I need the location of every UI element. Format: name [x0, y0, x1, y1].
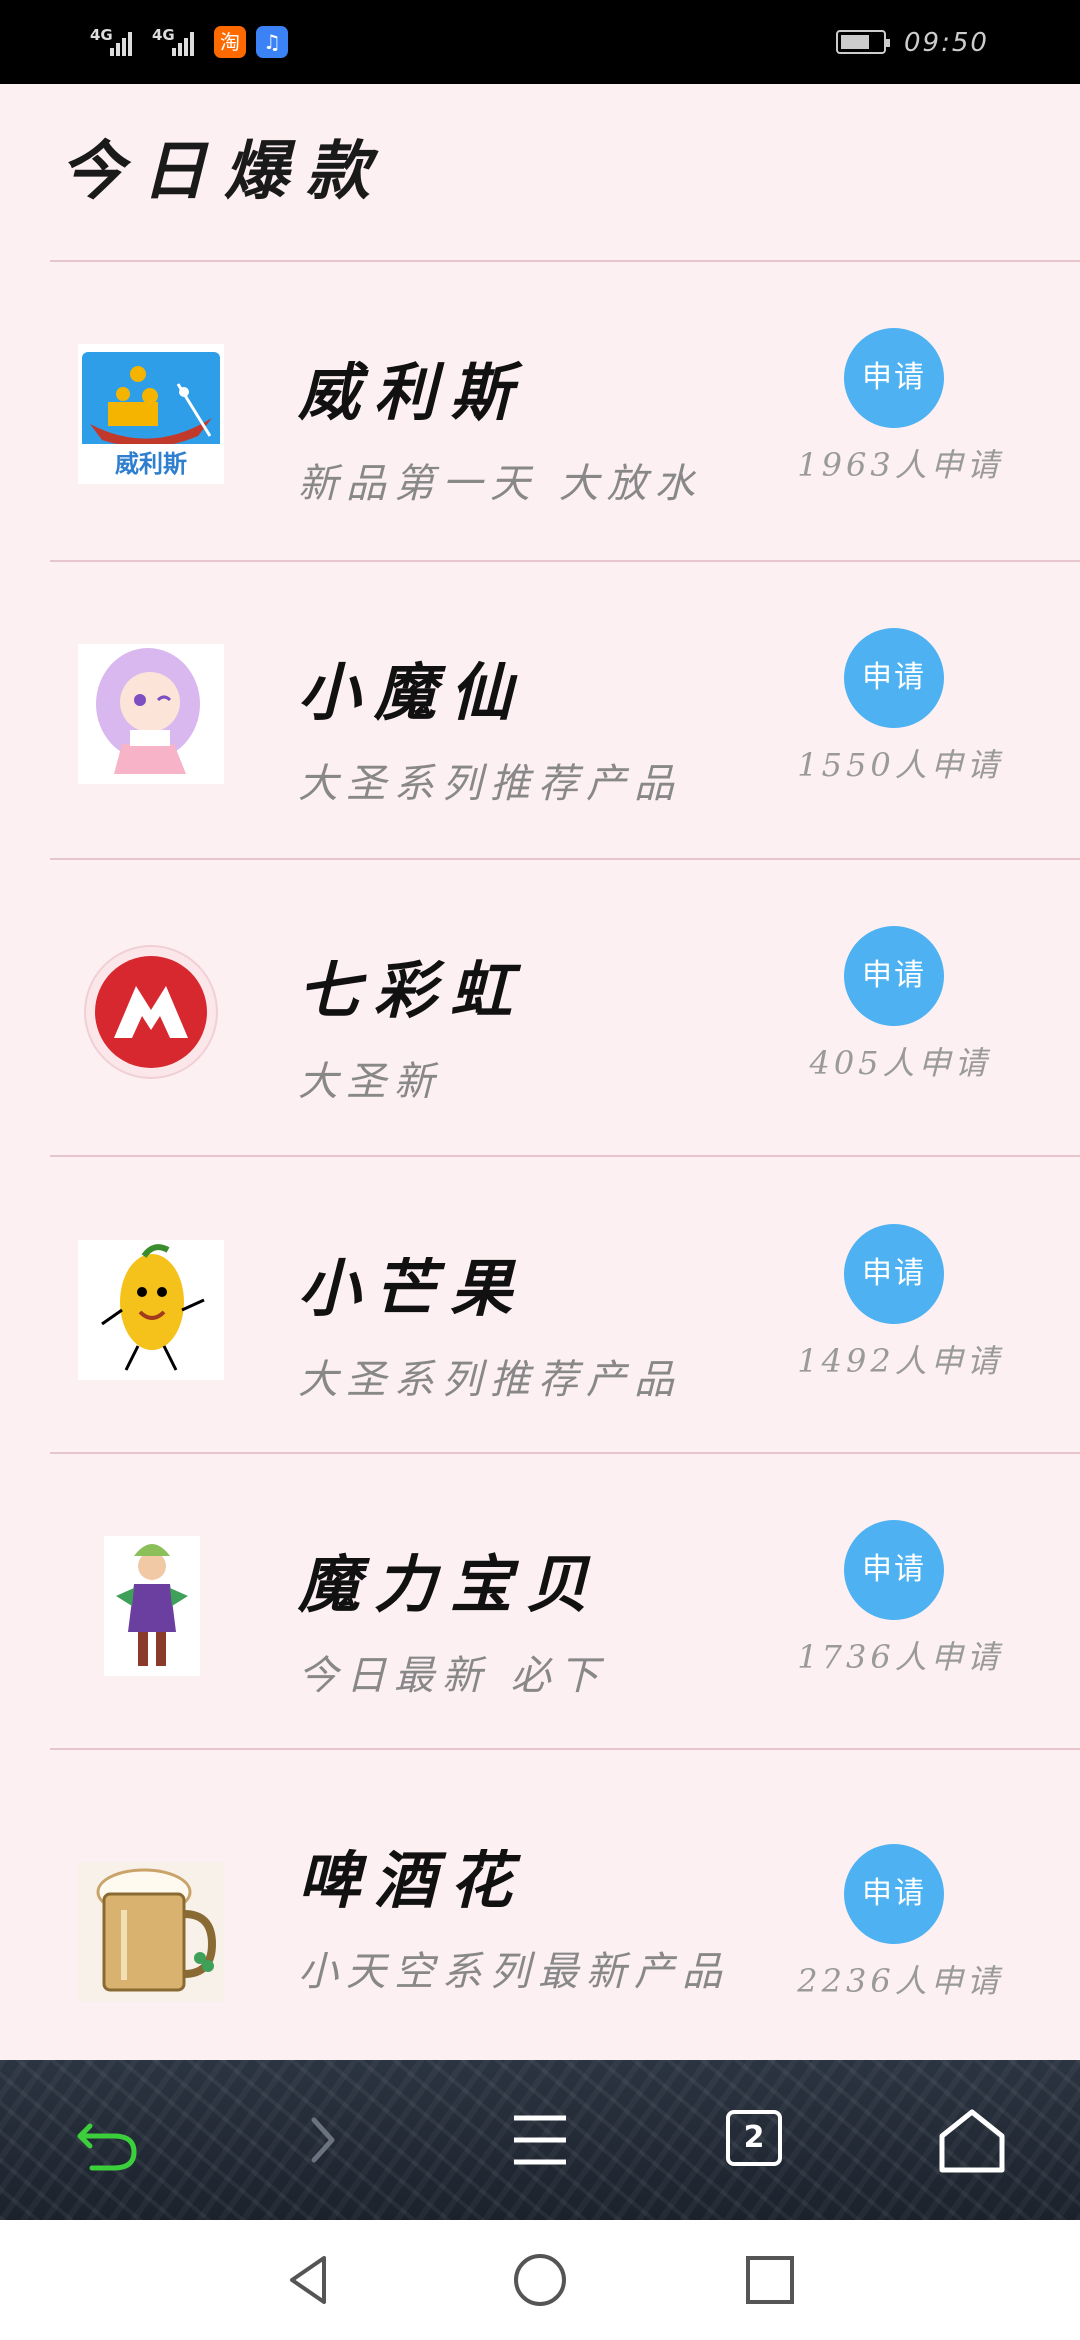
apply-button[interactable]: 申请: [844, 328, 944, 428]
item-name: 小魔仙: [298, 656, 527, 729]
app-thumbnail-game-character: [104, 1536, 200, 1676]
item-description: 大圣系列推荐产品: [298, 1357, 682, 1403]
divider: [50, 1155, 1080, 1157]
taobao-app-icon: 淘: [214, 26, 246, 58]
list-item[interactable]: 威利斯 威利斯 新品第一天 大放水 申请 1963人申请: [0, 264, 1080, 560]
list-item[interactable]: 小魔仙 大圣系列推荐产品 申请 1550人申请: [0, 564, 1080, 860]
item-name: 七彩虹: [298, 954, 527, 1027]
apply-button[interactable]: 申请: [844, 926, 944, 1026]
divider: [50, 1452, 1080, 1454]
status-bar: 4G 4G 淘 ♫ 09:50: [0, 0, 1080, 84]
divider: [50, 1748, 1080, 1750]
apply-button[interactable]: 申请: [844, 628, 944, 728]
list-item[interactable]: 魔力宝贝 今日最新 必下 申请 1736人申请: [0, 1456, 1080, 1752]
apply-button[interactable]: 申请: [844, 1520, 944, 1620]
apply-count: 1963人申请: [797, 446, 1003, 484]
tabs-count-button[interactable]: 2: [726, 2110, 782, 2166]
divider: [50, 560, 1080, 562]
page-title: 今日爆款: [60, 134, 388, 209]
app-thumbnail-mango: [78, 1240, 224, 1380]
menu-icon[interactable]: [500, 2100, 580, 2180]
system-navigation-bar: [0, 2220, 1080, 2340]
nav-back-icon[interactable]: [280, 2250, 340, 2310]
apply-count: 405人申请: [809, 1044, 991, 1082]
apply-count: 1736人申请: [797, 1638, 1003, 1676]
list-item[interactable]: 七彩虹 大圣新 申请 405人申请: [0, 862, 1080, 1158]
item-description: 小天空系列最新产品: [298, 1949, 730, 1995]
home-icon[interactable]: [932, 2100, 1012, 2180]
battery-icon: [836, 30, 890, 54]
item-name: 魔力宝贝: [298, 1548, 603, 1621]
list-item[interactable]: 小芒果 大圣系列推荐产品 申请 1492人申请: [0, 1160, 1080, 1456]
item-description: 大圣新: [298, 1059, 442, 1105]
app-thumbnail-bank-logo: [78, 942, 224, 1082]
item-name: 威利斯: [298, 356, 527, 429]
thumbnail-label: 威利斯: [115, 450, 187, 478]
item-description: 今日最新 必下: [298, 1653, 607, 1699]
clock: 09:50: [904, 28, 989, 58]
back-icon[interactable]: [68, 2100, 148, 2180]
item-name: 啤酒花: [298, 1844, 527, 1917]
divider: [50, 260, 1080, 262]
app-thumbnail-anime-girl: [78, 644, 224, 784]
list-item[interactable]: 啤酒花 小天空系列最新产品 申请 2236人申请: [0, 1752, 1080, 2058]
app-thumbnail-beer-mug: [78, 1862, 224, 2002]
item-name: 小芒果: [298, 1252, 527, 1325]
forward-icon[interactable]: [282, 2100, 362, 2180]
item-description: 新品第一天 大放水: [298, 461, 703, 507]
nav-recents-icon[interactable]: [740, 2250, 800, 2310]
apply-count: 1492人申请: [797, 1342, 1003, 1380]
apply-count: 1550人申请: [797, 746, 1003, 784]
divider: [50, 858, 1080, 860]
apply-button[interactable]: 申请: [844, 1224, 944, 1324]
music-app-icon: ♫: [256, 26, 288, 58]
apply-button[interactable]: 申请: [844, 1844, 944, 1944]
apply-count: 2236人申请: [797, 1962, 1003, 2000]
item-description: 大圣系列推荐产品: [298, 761, 682, 807]
nav-home-icon[interactable]: [510, 2250, 570, 2310]
app-thumbnail-boat: 威利斯: [78, 344, 224, 484]
